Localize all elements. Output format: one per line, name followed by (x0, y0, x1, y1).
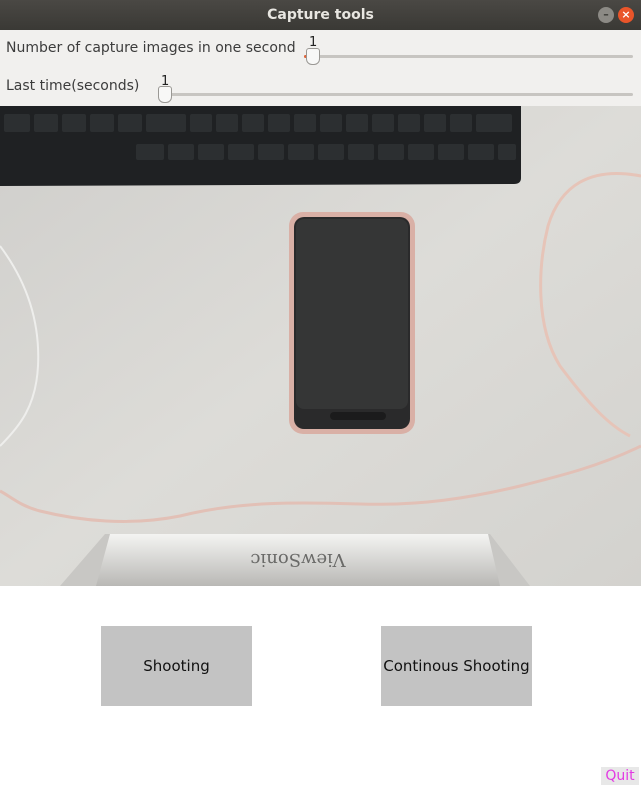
camera-preview: ViewSonic (0, 106, 641, 586)
phone-image (289, 212, 415, 434)
minimize-icon[interactable]: – (598, 7, 614, 23)
capture-rate-label: Number of capture images in one second (6, 40, 296, 56)
capture-tools-window: Capture tools – × Number of capture imag… (0, 0, 641, 785)
window-title: Capture tools (267, 7, 374, 23)
capture-rate-slider-handle[interactable] (306, 48, 320, 65)
capture-rate-slider[interactable] (304, 55, 633, 58)
controls-panel: Number of capture images in one second 1… (0, 30, 641, 106)
continuous-shooting-button[interactable]: Continous Shooting (381, 626, 532, 706)
monitor-brand-text: ViewSonic (250, 549, 346, 570)
last-time-slider[interactable] (158, 93, 633, 96)
camera-frame-image: ViewSonic (0, 106, 641, 586)
last-time-label: Last time(seconds) (6, 78, 140, 94)
close-icon[interactable]: × (618, 7, 634, 23)
title-bar: Capture tools – × (0, 0, 641, 30)
last-time-slider-handle[interactable] (158, 86, 172, 103)
shooting-button[interactable]: Shooting (101, 626, 252, 706)
quit-button[interactable]: Quit (601, 767, 639, 785)
keyboard-image (0, 106, 521, 186)
monitor-stand-image: ViewSonic (60, 534, 530, 586)
